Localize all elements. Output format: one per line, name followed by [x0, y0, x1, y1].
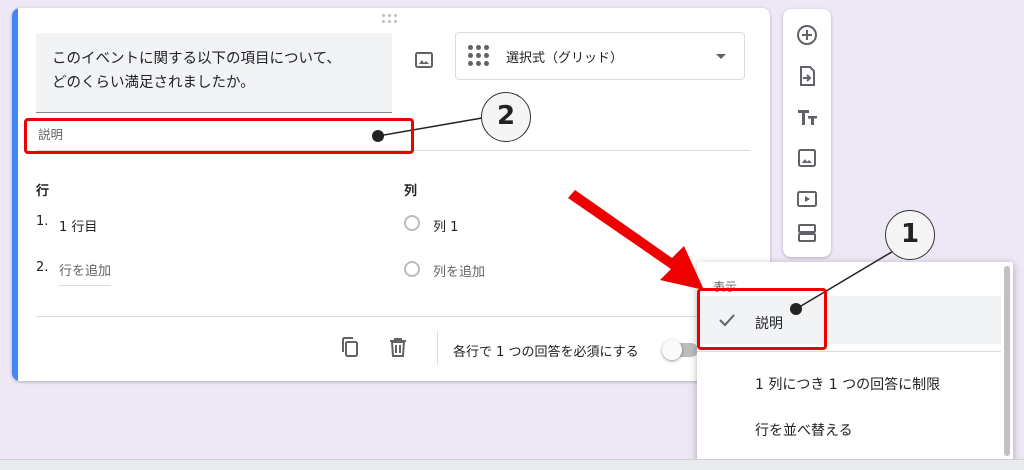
annotation-dot — [372, 130, 384, 142]
dropdown-caret-icon — [716, 54, 726, 59]
add-row-field[interactable]: 行を追加 — [59, 260, 112, 286]
annotation-dot — [790, 303, 802, 315]
row-number: 1. — [36, 214, 49, 229]
image-icon[interactable] — [795, 146, 819, 170]
question-type-label: 選択式（グリッド） — [506, 51, 624, 66]
video-icon[interactable] — [795, 187, 819, 211]
require-answer-label: 各行で 1 つの回答を必須にする — [453, 345, 639, 360]
add-question-icon[interactable] — [795, 23, 819, 47]
menu-item-shuffle-rows[interactable]: 行を並べ替える — [755, 420, 853, 440]
card-accent-bar — [12, 8, 18, 381]
question-title-line1: このイベントに関する以下の項目について、 — [52, 51, 341, 67]
row-label-1[interactable]: 1 行目 — [59, 216, 97, 235]
bottom-strip — [0, 459, 1024, 470]
question-type-select[interactable]: 選択式（グリッド） — [455, 32, 745, 80]
image-icon[interactable] — [412, 48, 436, 72]
drag-handle-icon[interactable] — [382, 14, 400, 24]
section-icon[interactable] — [795, 221, 819, 245]
highlight-description — [24, 118, 414, 154]
footer-divider — [36, 316, 748, 317]
callout-one: 1 — [885, 210, 935, 260]
highlight-menu-item — [697, 288, 827, 350]
duplicate-icon[interactable] — [338, 335, 362, 359]
columns-heading: 列 — [404, 184, 418, 199]
menu-item-limit-per-column[interactable]: 1 列につき 1 つの回答に制限 — [755, 374, 940, 394]
row-number: 2. — [36, 260, 49, 275]
callout-two: 2 — [481, 92, 531, 142]
radio-placeholder — [404, 215, 420, 231]
menu-divider — [697, 351, 1001, 352]
require-answer-toggle[interactable] — [662, 340, 698, 360]
import-icon[interactable] — [795, 64, 819, 88]
title-icon[interactable] — [795, 105, 819, 129]
add-column-field[interactable]: 列を追加 — [433, 261, 485, 280]
question-card: このイベントに関する以下の項目について、 どのくらい満足されましたか。 選択式（… — [12, 8, 770, 381]
delete-icon[interactable] — [386, 335, 410, 359]
radio-placeholder — [404, 261, 420, 277]
rows-heading: 行 — [36, 184, 50, 199]
grid-type-icon — [468, 45, 490, 67]
question-title-line2: どのくらい満足されましたか。 — [52, 75, 255, 91]
footer-separator — [437, 331, 438, 365]
question-title-field[interactable]: このイベントに関する以下の項目について、 どのくらい満足されましたか。 — [36, 33, 392, 113]
side-toolbar — [783, 9, 831, 257]
column-label-1[interactable]: 列 1 — [433, 216, 458, 235]
menu-scrollbar[interactable] — [1004, 266, 1010, 456]
